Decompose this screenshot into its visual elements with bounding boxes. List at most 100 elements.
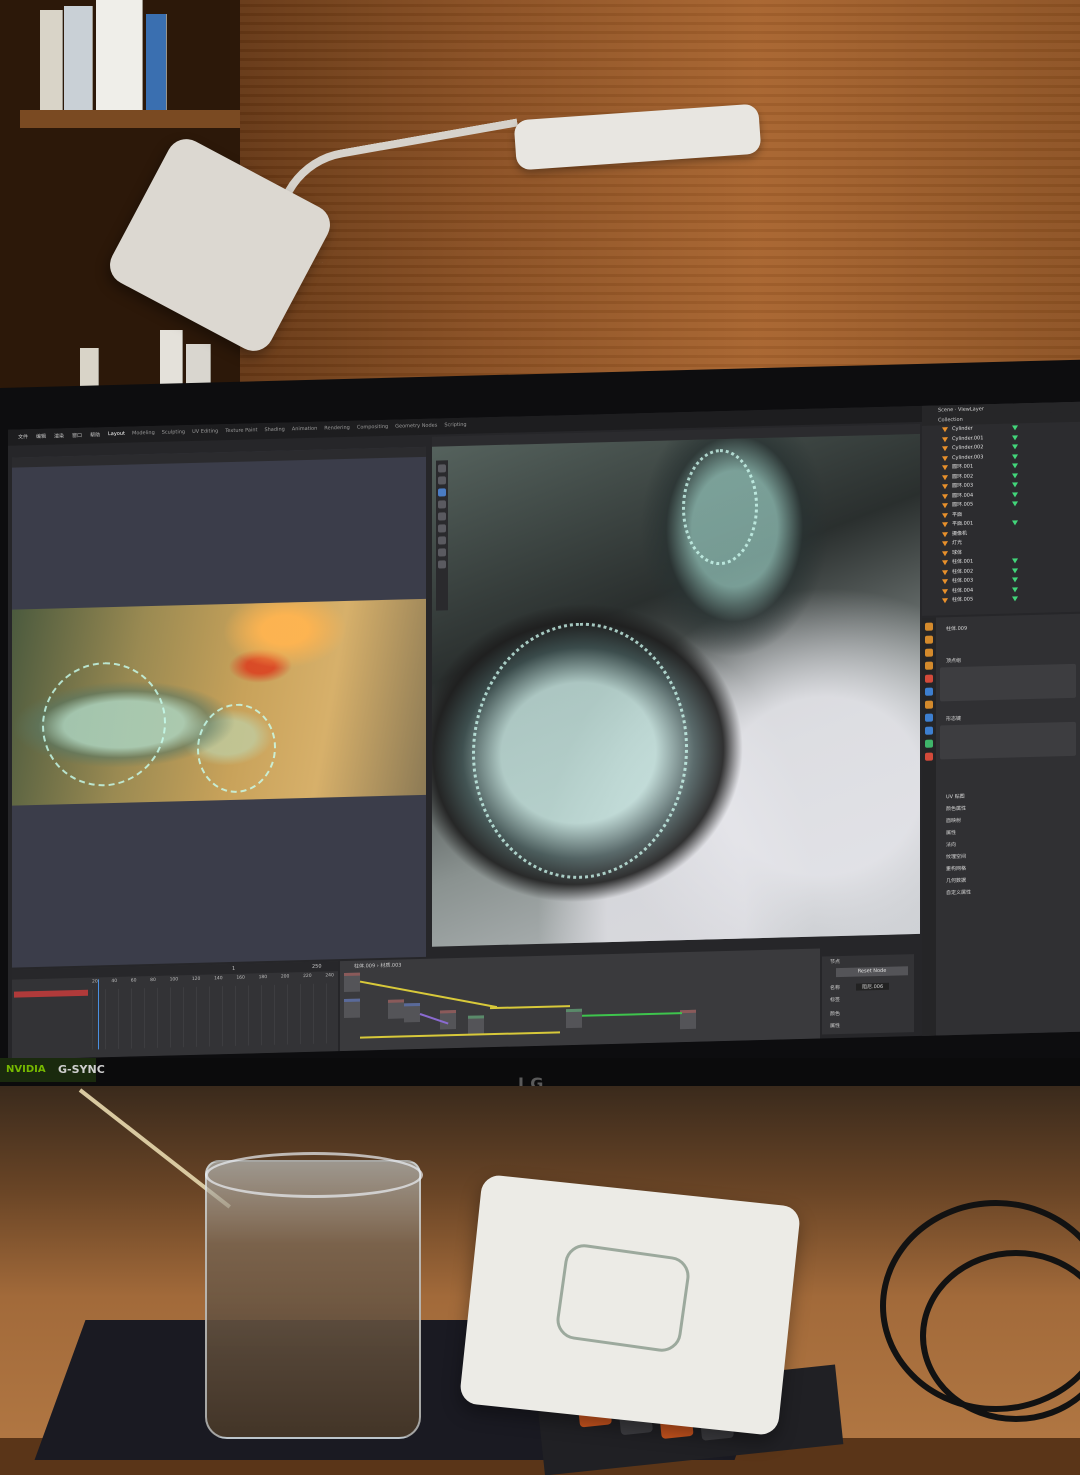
- section-color-attributes[interactable]: 颜色属性: [946, 805, 966, 813]
- shelf-board: [20, 110, 240, 128]
- tab-sculpting[interactable]: Sculpting: [162, 429, 185, 436]
- section-attributes[interactable]: 属性: [946, 829, 956, 836]
- add-cube-tool-icon[interactable]: [438, 560, 446, 569]
- mesh-icon: [942, 446, 948, 452]
- measure-tool-icon[interactable]: [438, 548, 446, 557]
- modifier-tab-icon[interactable]: [925, 713, 933, 722]
- node-name-label: 名称: [830, 985, 841, 992]
- section-vertex-groups[interactable]: 顶点组: [946, 657, 961, 664]
- tab-geometry-nodes[interactable]: Geometry Nodes: [395, 423, 437, 430]
- shader-node[interactable]: [344, 972, 360, 992]
- outliner-item-label: 摄像机: [952, 530, 968, 537]
- rotate-tool-icon[interactable]: [438, 500, 446, 509]
- vertex-group-icon: [1012, 558, 1018, 564]
- section-custom-properties[interactable]: 自定义属性: [946, 889, 971, 897]
- book: [146, 14, 167, 110]
- tick-label: 40: [111, 978, 118, 985]
- camera-view-header: [12, 446, 426, 468]
- mesh-icon: [942, 522, 948, 528]
- shader-node[interactable]: [388, 999, 404, 1019]
- node-color-label[interactable]: 颜色: [830, 1010, 840, 1017]
- reset-node-button[interactable]: Reset Node: [836, 966, 908, 978]
- world-tab-icon[interactable]: [925, 687, 933, 696]
- material-output-node[interactable]: [680, 1009, 696, 1030]
- ring-shape: [682, 448, 758, 567]
- scale-tool-icon[interactable]: [438, 512, 446, 521]
- 3d-viewport[interactable]: [432, 433, 920, 947]
- vertex-group-list[interactable]: [940, 663, 1076, 702]
- section-face-maps[interactable]: 面映射: [946, 817, 961, 824]
- tab-scripting[interactable]: Scripting: [444, 422, 466, 429]
- mesh-icon: [942, 569, 948, 575]
- section-remesh[interactable]: 重构网格: [946, 865, 966, 873]
- menu-window[interactable]: 窗口: [72, 432, 82, 439]
- node-name-field[interactable]: 阻尼.006: [856, 982, 890, 991]
- tick-label: 80: [150, 977, 156, 984]
- tab-layout[interactable]: Layout: [108, 431, 125, 437]
- timeline-track[interactable]: [14, 989, 88, 998]
- view-layer-tab-icon[interactable]: [925, 661, 933, 670]
- current-frame[interactable]: 1: [232, 966, 235, 972]
- shader-node[interactable]: [404, 1003, 420, 1023]
- tab-rendering[interactable]: Rendering: [324, 425, 350, 432]
- output-tab-icon[interactable]: [925, 648, 933, 657]
- tab-compositing[interactable]: Compositing: [357, 424, 388, 431]
- shader-node-editor[interactable]: 柱体.009 › 材质.003: [340, 948, 820, 1052]
- node-props-label[interactable]: 属性: [830, 1022, 840, 1029]
- outliner-item-label: Cylinder.003: [952, 453, 984, 461]
- properties-object-name[interactable]: 柱体.009: [946, 625, 967, 633]
- mesh-icon: [942, 465, 948, 471]
- breadcrumb-object[interactable]: 柱体.009: [354, 963, 375, 970]
- tool-shelf: [436, 460, 448, 611]
- tab-shading[interactable]: Shading: [264, 427, 284, 434]
- material-tab-icon[interactable]: [925, 752, 933, 761]
- camera-view[interactable]: [12, 446, 426, 968]
- shader-node[interactable]: [344, 998, 360, 1018]
- render-tab-icon[interactable]: [925, 635, 933, 644]
- object-tab-icon[interactable]: [925, 700, 933, 709]
- tab-uv-editing[interactable]: UV Editing: [192, 428, 218, 435]
- gsync-label: G-SYNC: [58, 1063, 105, 1076]
- section-geometry-data[interactable]: 几何数据: [946, 877, 966, 885]
- vertex-group-icon: [1012, 425, 1018, 431]
- shader-node[interactable]: [468, 1015, 484, 1035]
- vertex-group-icon: [1012, 501, 1018, 507]
- light-icon: [942, 541, 948, 547]
- book: [64, 6, 93, 110]
- cursor-tool-icon[interactable]: [438, 476, 446, 485]
- vertex-group-icon: [1012, 444, 1018, 450]
- transform-tool-icon[interactable]: [438, 524, 446, 533]
- section-normals[interactable]: 法向: [946, 841, 956, 848]
- outliner-item-label: Cylinder.002: [952, 444, 984, 452]
- tab-modeling[interactable]: Modeling: [132, 430, 155, 437]
- particles-tab-icon[interactable]: [925, 726, 933, 735]
- menu-render[interactable]: 渲染: [54, 432, 64, 439]
- annotate-tool-icon[interactable]: [438, 536, 446, 545]
- book: [96, 0, 143, 110]
- timeline[interactable]: 1 250 20 40 60 80 100 120 140 160 180 20…: [12, 961, 338, 1060]
- menu-edit[interactable]: 编辑: [36, 433, 46, 440]
- section-uv-maps[interactable]: UV 贴图: [946, 793, 965, 800]
- shape-key-list[interactable]: [940, 721, 1076, 760]
- section-shape-keys[interactable]: 形态键: [946, 715, 961, 722]
- move-tool-icon[interactable]: [438, 488, 446, 497]
- select-tool-icon[interactable]: [438, 464, 446, 473]
- menu-help[interactable]: 帮助: [90, 431, 100, 438]
- breadcrumb-material[interactable]: 材质.003: [380, 962, 401, 969]
- render-preview: [12, 598, 426, 806]
- tool-tab-icon[interactable]: [925, 622, 933, 631]
- end-frame[interactable]: 250: [312, 964, 322, 970]
- tissue-print: [553, 1241, 693, 1355]
- vertex-group-icon: [1012, 491, 1018, 497]
- tab-texture-paint[interactable]: Texture Paint: [225, 427, 257, 434]
- playhead[interactable]: [98, 979, 99, 1050]
- mesh-data-tab-icon[interactable]: [925, 739, 933, 748]
- shader-node[interactable]: [566, 1008, 582, 1029]
- section-texture-space[interactable]: 纹理空间: [946, 853, 966, 861]
- scene-tab-icon[interactable]: [925, 674, 933, 683]
- tick-label: 160: [236, 975, 245, 981]
- tab-animation[interactable]: Animation: [292, 426, 318, 433]
- mesh-icon: [942, 512, 948, 518]
- menu-file[interactable]: 文件: [18, 433, 28, 440]
- node-link: [490, 1005, 570, 1010]
